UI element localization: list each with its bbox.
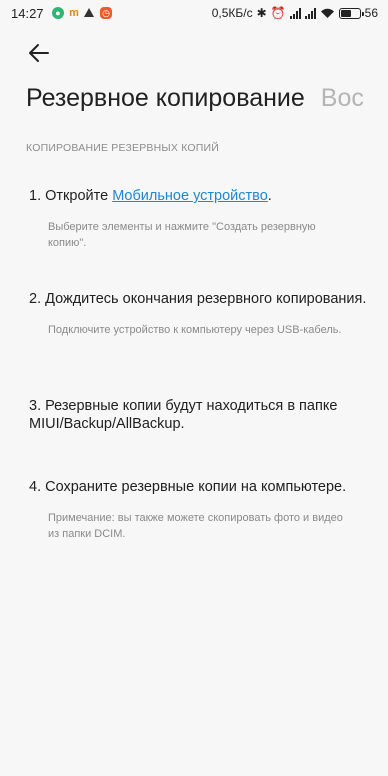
- arrow-left-icon: [29, 44, 49, 62]
- status-time: 14:27: [11, 6, 44, 21]
- step-4: 4. Сохраните резервные копии на компьюте…: [29, 478, 369, 542]
- tab-backup[interactable]: Резервное копирование: [26, 84, 305, 113]
- back-button[interactable]: [26, 40, 56, 66]
- step-title: 1. Откройте Мобильное устройство.: [29, 187, 369, 205]
- app-green-icon: ●: [52, 7, 64, 19]
- tab-restore[interactable]: Вос: [321, 84, 364, 113]
- battery-icon: [338, 7, 364, 19]
- alarm-icon: ⏰: [270, 6, 286, 20]
- step-title: 3. Резервные копии будут находиться в па…: [29, 398, 338, 432]
- bluetooth-icon: ✱: [256, 6, 267, 20]
- step-title: 4. Сохраните резервные копии на компьюте…: [29, 479, 347, 495]
- app-triangle-icon: [84, 8, 94, 17]
- tab-bar: Резервное копирование Вос: [26, 84, 388, 124]
- section-header: КОПИРОВАНИЕ РЕЗЕРВНЫХ КОПИЙ: [26, 142, 220, 154]
- status-bar: 14:27 ● m ◷ 0,5КБ/с ✱ ⏰ 56: [0, 0, 388, 26]
- app-m-icon: m: [69, 7, 79, 19]
- status-right: 0,5КБ/с ✱ ⏰ 56: [212, 5, 378, 21]
- step-1-prefix: 1. Откройте: [29, 188, 113, 204]
- signal-icon: [304, 7, 316, 19]
- step-description: Подключите устройство к компьютеру через…: [48, 324, 342, 336]
- signal-icon: [289, 7, 301, 19]
- step-description: Выберите элементы и нажмите "Создать рез…: [48, 221, 316, 249]
- mobile-device-link[interactable]: Мобильное устройство: [112, 188, 268, 204]
- step-1: 1. Откройте Мобильное устройство. Выбери…: [29, 187, 369, 251]
- network-speed: 0,5КБ/с: [211, 6, 253, 20]
- wifi-icon: [320, 8, 334, 18]
- battery-percent: 56: [364, 6, 378, 20]
- step-1-suffix: .: [267, 188, 272, 204]
- step-description: Примечание: вы также можете скопировать …: [48, 512, 343, 540]
- app-clock-icon: ◷: [100, 7, 112, 19]
- step-title: 2. Дождитесь окончания резервного копиро…: [29, 291, 367, 307]
- battery-fill: [340, 9, 351, 17]
- step-2: 2. Дождитесь окончания резервного копиро…: [29, 290, 369, 338]
- step-3: 3. Резервные копии будут находиться в па…: [29, 397, 369, 433]
